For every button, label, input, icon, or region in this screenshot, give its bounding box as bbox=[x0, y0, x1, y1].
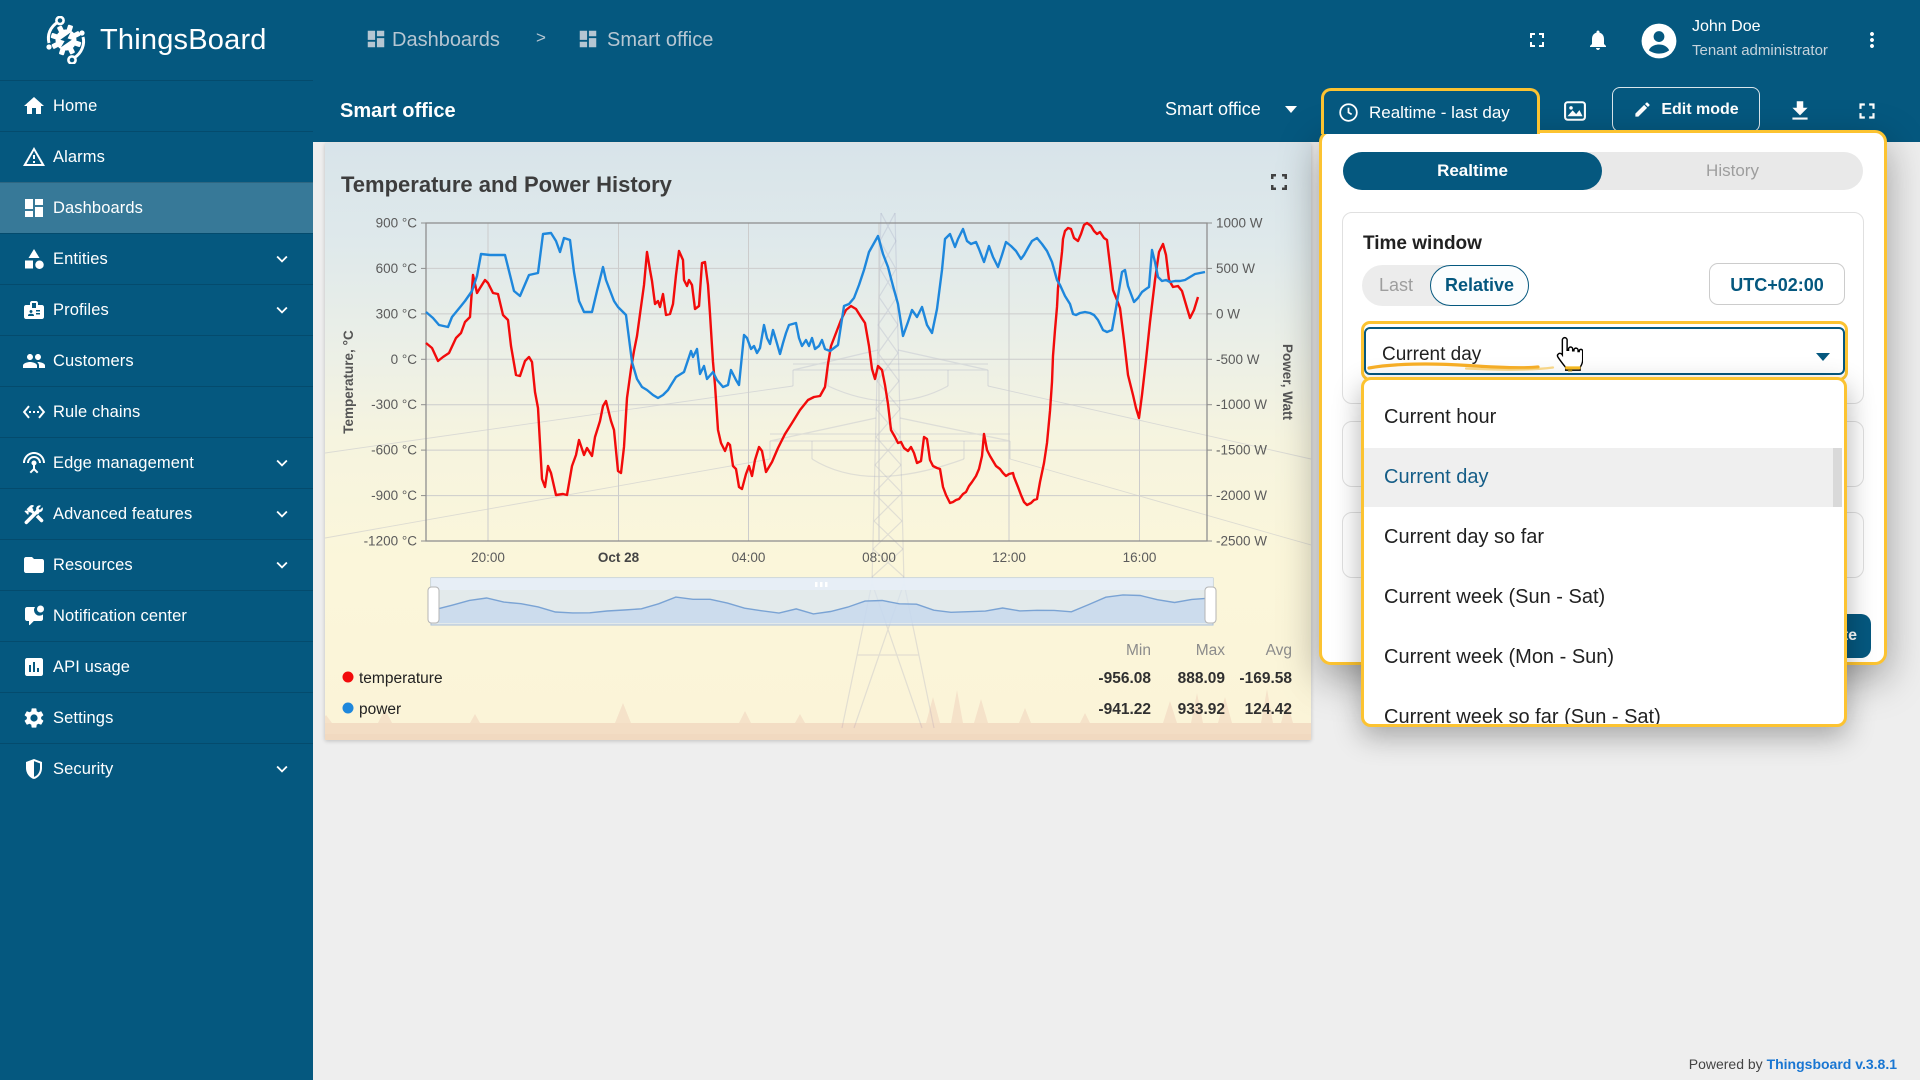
svg-text:power: power bbox=[359, 701, 401, 718]
svg-text:900 °C: 900 °C bbox=[376, 216, 418, 231]
svg-text:600 °C: 600 °C bbox=[376, 261, 418, 276]
svg-text:-169.58: -169.58 bbox=[1239, 670, 1292, 687]
svg-text:0 W: 0 W bbox=[1216, 306, 1240, 321]
svg-text:-941.22: -941.22 bbox=[1098, 701, 1151, 718]
svg-text:-1500 W: -1500 W bbox=[1216, 443, 1267, 458]
svg-text:12:00: 12:00 bbox=[992, 550, 1026, 565]
svg-text:temperature: temperature bbox=[359, 670, 443, 687]
svg-text:500 W: 500 W bbox=[1216, 261, 1255, 276]
svg-text:300 °C: 300 °C bbox=[376, 306, 418, 321]
svg-text:1000 W: 1000 W bbox=[1216, 216, 1263, 231]
svg-text:-1200 °C: -1200 °C bbox=[364, 534, 418, 549]
svg-text:124.42: 124.42 bbox=[1245, 701, 1292, 718]
svg-text:-500 W: -500 W bbox=[1216, 352, 1260, 367]
svg-text:16:00: 16:00 bbox=[1123, 550, 1157, 565]
svg-text:-900 °C: -900 °C bbox=[371, 488, 417, 503]
svg-text:Temperature and Power History: Temperature and Power History bbox=[341, 172, 673, 197]
svg-text:0 °C: 0 °C bbox=[391, 352, 418, 367]
svg-text:20:00: 20:00 bbox=[471, 550, 505, 565]
svg-text:Avg: Avg bbox=[1266, 642, 1292, 659]
svg-text:08:00: 08:00 bbox=[862, 550, 896, 565]
svg-text:Temperature, °C: Temperature, °C bbox=[341, 330, 356, 434]
svg-text:Min: Min bbox=[1126, 642, 1151, 659]
svg-text:-1000 W: -1000 W bbox=[1216, 397, 1267, 412]
svg-text:-300 °C: -300 °C bbox=[371, 397, 417, 412]
svg-text:888.09: 888.09 bbox=[1178, 670, 1226, 687]
svg-text:-600 °C: -600 °C bbox=[371, 443, 417, 458]
svg-text:-2000 W: -2000 W bbox=[1216, 488, 1267, 503]
svg-text:Max: Max bbox=[1196, 642, 1226, 659]
svg-text:04:00: 04:00 bbox=[732, 550, 766, 565]
svg-text:-956.08: -956.08 bbox=[1098, 670, 1151, 687]
svg-text:933.92: 933.92 bbox=[1178, 701, 1225, 718]
svg-text:Power, Watt: Power, Watt bbox=[1280, 344, 1295, 421]
svg-text:Oct 28: Oct 28 bbox=[598, 550, 640, 565]
svg-text:-2500 W: -2500 W bbox=[1216, 534, 1267, 549]
